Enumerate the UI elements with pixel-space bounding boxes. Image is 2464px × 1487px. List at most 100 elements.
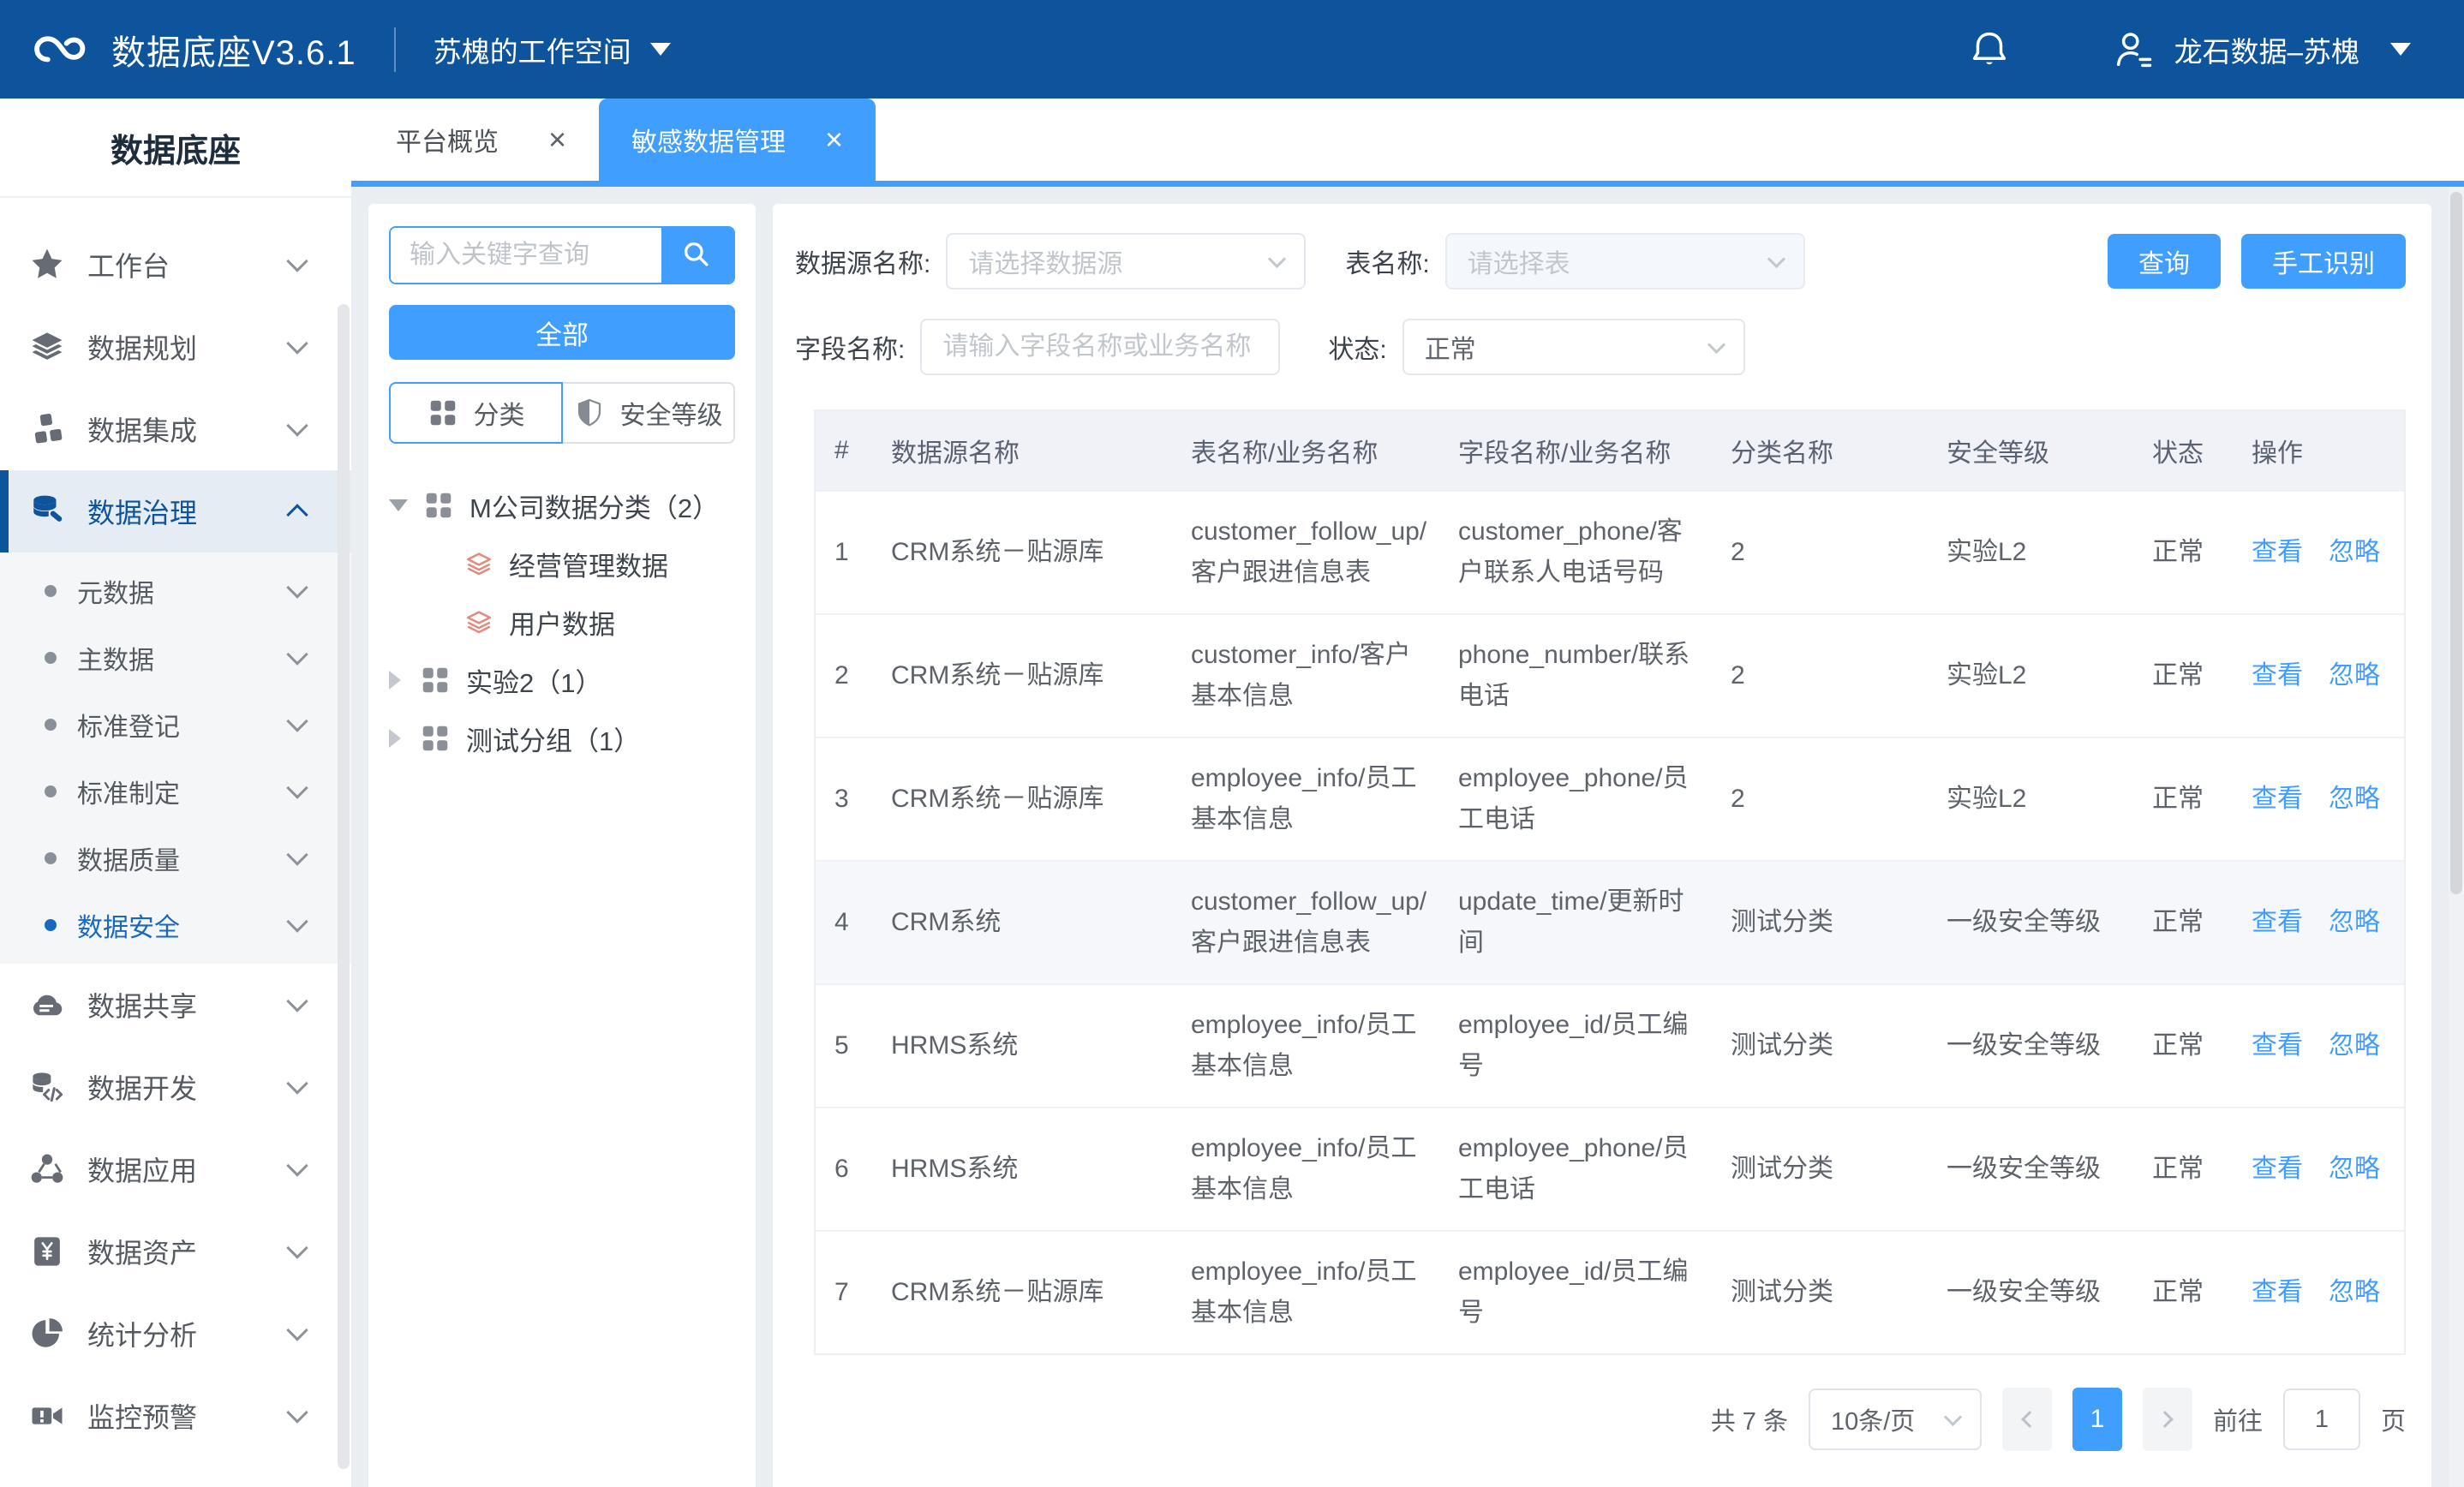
- toggle-category[interactable]: 分类: [389, 382, 563, 444]
- sidebar-item-label: 工作台: [87, 245, 170, 284]
- sidebar-item-statistics[interactable]: 统计分析: [0, 1293, 351, 1375]
- status-select[interactable]: 正常: [1402, 319, 1745, 375]
- sidebar-item-monitoring[interactable]: 监控预警: [0, 1375, 351, 1457]
- table-row: 4CRM系统customer_follow_up/客户跟进信息表update_t…: [816, 860, 2404, 983]
- notifications-button[interactable]: [1967, 27, 2012, 72]
- sidebar-scrollbar[interactable]: [338, 304, 350, 1469]
- workspace-switcher[interactable]: 苏槐的工作空间: [434, 29, 671, 70]
- sidebar-item-workbench[interactable]: 工作台: [0, 224, 351, 306]
- table-cell: 正常: [2152, 492, 2252, 613]
- table-cell: CRM系统－贴源库: [891, 738, 1191, 860]
- view-link[interactable]: 查看: [2252, 1149, 2303, 1190]
- table-cell: 一级安全等级: [1947, 1232, 2152, 1353]
- toggle-security-level[interactable]: 安全等级: [563, 382, 735, 444]
- tree-node[interactable]: 测试分组（1）: [389, 709, 735, 767]
- search-button[interactable]: [661, 228, 733, 283]
- chevron-down-icon: [286, 911, 308, 932]
- prev-page-button[interactable]: [2002, 1388, 2052, 1451]
- ignore-link[interactable]: 忽略: [2329, 655, 2380, 696]
- table-cell: 一级安全等级: [1947, 862, 2152, 983]
- chevron-down-icon: [286, 250, 308, 272]
- all-button[interactable]: 全部: [389, 305, 735, 360]
- sidebar-item-data-integration[interactable]: 数据集成: [0, 388, 351, 470]
- datasource-select[interactable]: 请选择数据源: [946, 233, 1306, 290]
- ignore-link[interactable]: 忽略: [2329, 532, 2380, 573]
- ignore-link[interactable]: 忽略: [2329, 1272, 2380, 1313]
- tree-node-label: 实验2（1）: [466, 661, 601, 700]
- toggle-label: 分类: [474, 394, 525, 432]
- sidebar-sub-item-data-quality[interactable]: 数据质量: [0, 825, 351, 892]
- table-cell: CRM系统－贴源库: [891, 492, 1191, 613]
- view-link[interactable]: 查看: [2252, 1025, 2303, 1066]
- tree-node[interactable]: 实验2（1）: [389, 651, 735, 709]
- view-link[interactable]: 查看: [2252, 902, 2303, 943]
- current-page-button[interactable]: 1: [2072, 1388, 2122, 1451]
- ignore-link[interactable]: 忽略: [2329, 902, 2380, 943]
- sidebar-item-data-planning[interactable]: 数据规划: [0, 306, 351, 388]
- sidebar-item-label: 统计分析: [87, 1314, 197, 1353]
- content-area: 全部 分类 安全等级 M公司数据分类（2）: [351, 187, 2464, 1487]
- sidebar-sub-item-master-data[interactable]: 主数据: [0, 624, 351, 691]
- chevron-down-icon: [286, 1237, 308, 1258]
- chevron-down-icon: [286, 710, 308, 732]
- chevron-down-icon: [286, 990, 308, 1012]
- goto-page-input[interactable]: [2283, 1388, 2360, 1450]
- sidebar: 数据底座 工作台 数据规划 数据集成 数据治理: [0, 99, 351, 1487]
- tree-leaf[interactable]: 经营管理数据: [389, 534, 735, 593]
- table-cell: 2: [816, 615, 891, 737]
- sub-item-label: 数据质量: [77, 839, 180, 877]
- view-link[interactable]: 查看: [2252, 779, 2303, 820]
- sidebar-item-data-application[interactable]: 数据应用: [0, 1128, 351, 1210]
- view-toggle: 分类 安全等级: [389, 382, 735, 444]
- ignore-link[interactable]: 忽略: [2329, 1149, 2380, 1190]
- tree-node[interactable]: M公司数据分类（2）: [389, 476, 735, 534]
- sidebar-sub-item-metadata[interactable]: 元数据: [0, 558, 351, 624]
- sidebar-item-data-sharing[interactable]: 数据共享: [0, 964, 351, 1046]
- search-input[interactable]: [391, 228, 661, 283]
- tree-leaf[interactable]: 用户数据: [389, 593, 735, 651]
- scrollbar-thumb[interactable]: [2450, 192, 2462, 894]
- tab-platform-overview[interactable]: 平台概览 ×: [363, 99, 599, 181]
- layers-icon: [464, 549, 493, 578]
- page-size-select[interactable]: 10条/页: [1809, 1388, 1982, 1450]
- sidebar-item-data-development[interactable]: 数据开发: [0, 1046, 351, 1128]
- manual-identify-button[interactable]: 手工识别: [2241, 234, 2406, 289]
- close-icon[interactable]: ×: [548, 124, 566, 155]
- sidebar-sub-item-standard-setting[interactable]: 标准制定: [0, 758, 351, 825]
- chevron-right-icon: [2156, 1411, 2174, 1428]
- tab-sensitive-data-management[interactable]: 敏感数据管理 ×: [599, 99, 876, 181]
- pie-chart-icon: [29, 1316, 65, 1352]
- query-button[interactable]: 查询: [2108, 234, 2221, 289]
- page-scrollbar[interactable]: [2449, 187, 2464, 1487]
- view-link[interactable]: 查看: [2252, 1272, 2303, 1313]
- column-header: 分类名称: [1731, 411, 1947, 490]
- ignore-link[interactable]: 忽略: [2329, 1025, 2380, 1066]
- keyword-search: [389, 226, 735, 284]
- bullet-icon: [45, 785, 57, 797]
- sidebar-item-label: 数据开发: [87, 1067, 197, 1107]
- monitor-alert-icon: [29, 1398, 65, 1434]
- table-cell: 正常: [2152, 862, 2252, 983]
- bullet-icon: [45, 919, 57, 931]
- chevron-down-icon: [1707, 335, 1725, 353]
- sidebar-sub-item-data-security[interactable]: 数据安全: [0, 892, 351, 958]
- next-page-button[interactable]: [2143, 1388, 2192, 1451]
- chevron-down-icon: [286, 1401, 308, 1423]
- ignore-link[interactable]: 忽略: [2329, 779, 2380, 820]
- field-name-input[interactable]: [920, 319, 1280, 375]
- table-cell: CRM系统－贴源库: [891, 615, 1191, 737]
- view-link[interactable]: 查看: [2252, 655, 2303, 696]
- sidebar-item-label: 数据资产: [87, 1232, 197, 1271]
- table-cell: 2: [1731, 615, 1947, 737]
- close-icon[interactable]: ×: [825, 124, 843, 155]
- view-link[interactable]: 查看: [2252, 532, 2303, 573]
- toggle-label: 安全等级: [620, 394, 723, 432]
- sidebar-item-data-governance[interactable]: 数据治理: [0, 470, 351, 552]
- column-header: 状态: [2152, 411, 2252, 490]
- sidebar-item-data-assets[interactable]: 数据资产: [0, 1210, 351, 1293]
- user-menu[interactable]: 龙石数据–苏槐: [2111, 27, 2411, 72]
- filter-row-2: 字段名称: 状态: 正常: [793, 319, 2406, 375]
- sidebar-sub-item-standard-registration[interactable]: 标准登记: [0, 691, 351, 758]
- grid-icon: [420, 723, 451, 754]
- table-select[interactable]: 请选择表: [1445, 233, 1805, 290]
